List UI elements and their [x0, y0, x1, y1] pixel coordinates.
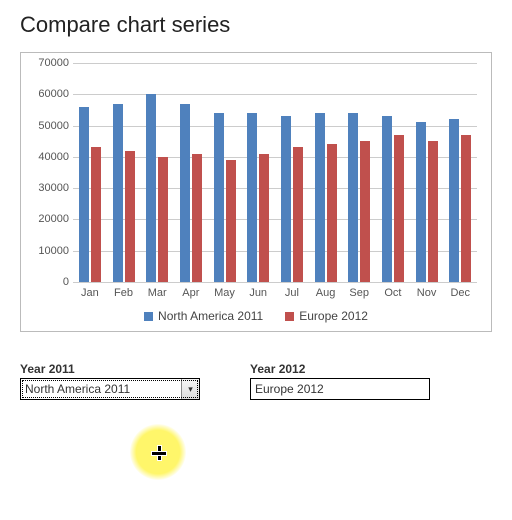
grid-line	[73, 282, 477, 283]
bar	[461, 135, 471, 282]
y-tick-label: 30000	[25, 182, 69, 194]
year-2012-control: Year 2012 Europe 2012	[250, 362, 430, 400]
bar-group	[410, 63, 444, 282]
legend-label: North America 2011	[158, 309, 263, 323]
bar	[125, 151, 135, 282]
legend-swatch	[285, 312, 294, 321]
year-2011-combobox[interactable]: North America 2011 ▾	[20, 378, 200, 400]
chart-container: 010000200003000040000500006000070000 Jan…	[20, 52, 492, 332]
bar-group	[342, 63, 376, 282]
legend-swatch	[144, 312, 153, 321]
cell-cursor-icon	[151, 445, 165, 459]
bar	[214, 113, 224, 282]
x-tick-label: May	[208, 283, 242, 299]
bar-group	[208, 63, 242, 282]
bar	[247, 113, 257, 282]
x-tick-label: Jan	[73, 283, 107, 299]
bar	[91, 147, 101, 282]
chart-x-axis: JanFebMarAprMayJunJulAugSepOctNovDec	[73, 283, 477, 299]
x-tick-label: Jul	[275, 283, 309, 299]
bar-group	[107, 63, 141, 282]
x-tick-label: Aug	[309, 283, 343, 299]
y-tick-label: 20000	[25, 213, 69, 225]
y-tick-label: 40000	[25, 151, 69, 163]
bar-group	[376, 63, 410, 282]
bar	[158, 157, 168, 282]
bar	[113, 104, 123, 282]
legend-item: North America 2011	[144, 309, 263, 323]
y-tick-label: 60000	[25, 88, 69, 100]
bar	[315, 113, 325, 282]
chart-plot-area: 010000200003000040000500006000070000	[73, 63, 477, 283]
bar	[327, 144, 337, 282]
year-2012-textbox[interactable]: Europe 2012	[250, 378, 430, 400]
x-tick-label: Oct	[376, 283, 410, 299]
bar	[293, 147, 303, 282]
bar	[416, 122, 426, 282]
bar	[348, 113, 358, 282]
bar-group	[309, 63, 343, 282]
bar-group	[73, 63, 107, 282]
year-2011-label: Year 2011	[20, 362, 200, 376]
bar-group	[443, 63, 477, 282]
year-2012-label: Year 2012	[250, 362, 430, 376]
x-tick-label: Sep	[342, 283, 376, 299]
bar-group	[241, 63, 275, 282]
bar	[360, 141, 370, 282]
y-tick-label: 10000	[25, 245, 69, 257]
bar	[79, 107, 89, 282]
cursor-highlight	[130, 424, 186, 480]
y-tick-label: 50000	[25, 120, 69, 132]
bar	[146, 94, 156, 282]
y-tick-label: 0	[25, 276, 69, 288]
bar	[428, 141, 438, 282]
bar-groups	[73, 63, 477, 282]
bar	[192, 154, 202, 282]
chevron-down-icon[interactable]: ▾	[181, 379, 199, 399]
bar-group	[174, 63, 208, 282]
legend-label: Europe 2012	[299, 309, 368, 323]
x-tick-label: Dec	[443, 283, 477, 299]
x-tick-label: Feb	[107, 283, 141, 299]
bar	[226, 160, 236, 282]
year-2011-value: North America 2011	[21, 379, 181, 399]
page-title: Compare chart series	[20, 12, 492, 38]
legend-item: Europe 2012	[285, 309, 368, 323]
x-tick-label: Mar	[140, 283, 174, 299]
bar-group	[275, 63, 309, 282]
bar-group	[140, 63, 174, 282]
y-tick-label: 70000	[25, 57, 69, 69]
bar	[259, 154, 269, 282]
chart-legend: North America 2011 Europe 2012	[29, 309, 483, 323]
bar	[449, 119, 459, 282]
bar	[180, 104, 190, 282]
bar	[394, 135, 404, 282]
bar	[281, 116, 291, 282]
x-tick-label: Apr	[174, 283, 208, 299]
x-tick-label: Nov	[410, 283, 444, 299]
year-2011-control: Year 2011 North America 2011 ▾	[20, 362, 200, 400]
x-tick-label: Jun	[241, 283, 275, 299]
controls-row: Year 2011 North America 2011 ▾ Year 2012…	[20, 362, 492, 400]
bar	[382, 116, 392, 282]
